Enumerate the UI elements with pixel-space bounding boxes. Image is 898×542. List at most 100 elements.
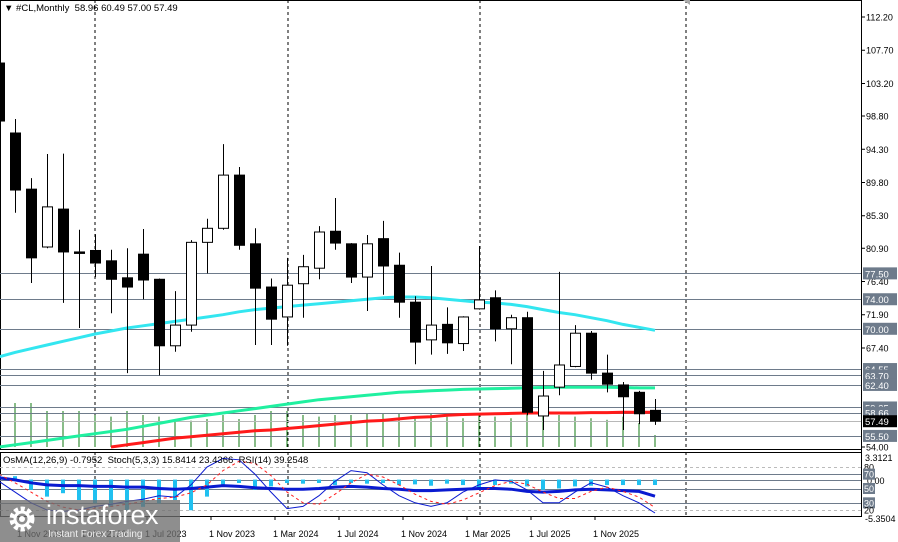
time-tick-label: 1 Mar 2025 [465,529,511,539]
time-tick-label: 1 Nov 2025 [593,529,639,539]
osma-bar [573,479,577,487]
chart-header: ▼ #CL,Monthly 58.96 60.49 57.00 57.49 [4,3,178,14]
oscillator-level-label: 50 [864,484,874,494]
osma-bar [45,479,49,497]
level-price-label: 74.00 [865,295,889,306]
level-price-label: 55.50 [865,432,889,443]
candle-body [186,241,197,326]
time-tick-label: 1 Nov 2024 [401,529,447,539]
candle-body [298,266,309,285]
candle-body [378,238,389,267]
candle-body [586,332,597,374]
candle-body [538,395,549,417]
price-tick-label: 103.20 [866,79,894,89]
price-tick-label: 94.30 [866,145,889,155]
osma-bar [237,479,241,484]
candle-body [282,284,293,318]
candle-body [490,297,501,330]
time-tick-label: 1 Nov 2023 [209,529,255,539]
candle-body [362,243,373,278]
time-tick-label: 1 Jul 2025 [529,529,571,539]
candle-body [602,372,613,385]
oscillator-level-label: 20 [864,506,874,516]
candle-body [314,231,325,269]
osma-bar [541,479,545,490]
candle-body [410,301,421,343]
osma-bar [445,479,449,484]
candle-body [138,253,149,281]
level-price-label: 77.50 [865,269,889,280]
candle-body [10,132,21,191]
osma-bar [301,479,305,484]
price-tick-label: 80.90 [866,244,889,254]
logo-name: instaforex [46,500,159,530]
candle-body [234,174,245,246]
candle-body [554,364,565,388]
level-price-label: 70.00 [865,325,889,336]
current-price-label: 57.49 [865,417,889,428]
dropdown-arrow-icon[interactable]: ▼ [4,3,16,14]
indicator-min-label: -5.3504 [865,514,896,524]
osma-bar [477,479,481,488]
level-price-label: 62.40 [865,381,889,392]
osma-bar [317,479,321,484]
stoch-label: Stoch(5,3,3) 15.8414 23.4366 [107,455,234,466]
osma-bar [285,479,289,484]
candle-body [202,227,213,243]
instaforex-logo: instaforex Instant Forex Trading [0,500,180,542]
candle-body [442,323,453,344]
candle-body [330,230,341,244]
candle-body [26,188,37,259]
osma-bar [269,479,273,487]
rsi-label: RSI(14) 39.2548 [238,455,309,466]
indicator-header: OsMA(12,26,9) -0.7952 Stoch(5,3,3) 15.84… [3,455,308,466]
candle-body [650,409,661,422]
osma-bar [381,479,385,484]
moving-average-mid [0,385,655,449]
osma-bar [413,479,417,485]
time-tick-label: 1 Jul 2024 [337,529,379,539]
price-tick-label: 85.30 [866,211,889,221]
candle-body [618,384,629,398]
osma-label: OsMA(12,26,9) -0.7952 [3,455,103,466]
osma-bar [621,479,625,486]
osma-bar [77,479,81,501]
osma-bar [461,479,465,486]
candle-body [58,208,69,253]
price-tick-label: 54.00 [866,443,889,453]
osma-bar [557,479,561,489]
candle-body [474,299,485,310]
osma-bar [653,479,657,486]
price-tick-label: 89.80 [866,178,889,188]
osma-bar [637,479,641,486]
candle-body [426,324,437,341]
candle-body [522,317,533,413]
candle-body [394,264,405,303]
price-tick-label: 112.20 [866,13,893,23]
main-plot-frame [0,0,862,450]
price-tick-label: 67.40 [866,343,889,353]
candle-body [218,174,229,229]
ohlc-values: 58.96 60.49 57.00 57.49 [74,3,178,14]
price-tick-label: 98.80 [866,112,889,122]
candle-body [250,243,261,289]
candle-body [458,316,469,345]
candle-body [266,286,277,320]
candle-body [90,249,101,264]
logo-tagline: Instant Forex Trading [48,529,143,540]
osma-bar [397,479,401,486]
osma-bar [365,479,369,484]
candle-body [154,278,165,347]
osma-bar [429,479,433,486]
candle-body [506,317,517,330]
candle-body [634,391,645,415]
candle-body [570,332,581,367]
symbol-timeframe: #CL,Monthly [16,3,70,14]
osma-bar [349,479,353,484]
moving-average-fast [0,295,656,359]
candle-body [0,62,5,122]
indicator-max-label: 3.3121 [865,453,893,463]
oscillator-level-label: 70 [864,470,874,480]
candle-body [122,277,133,288]
gear-logo-icon [9,506,35,532]
